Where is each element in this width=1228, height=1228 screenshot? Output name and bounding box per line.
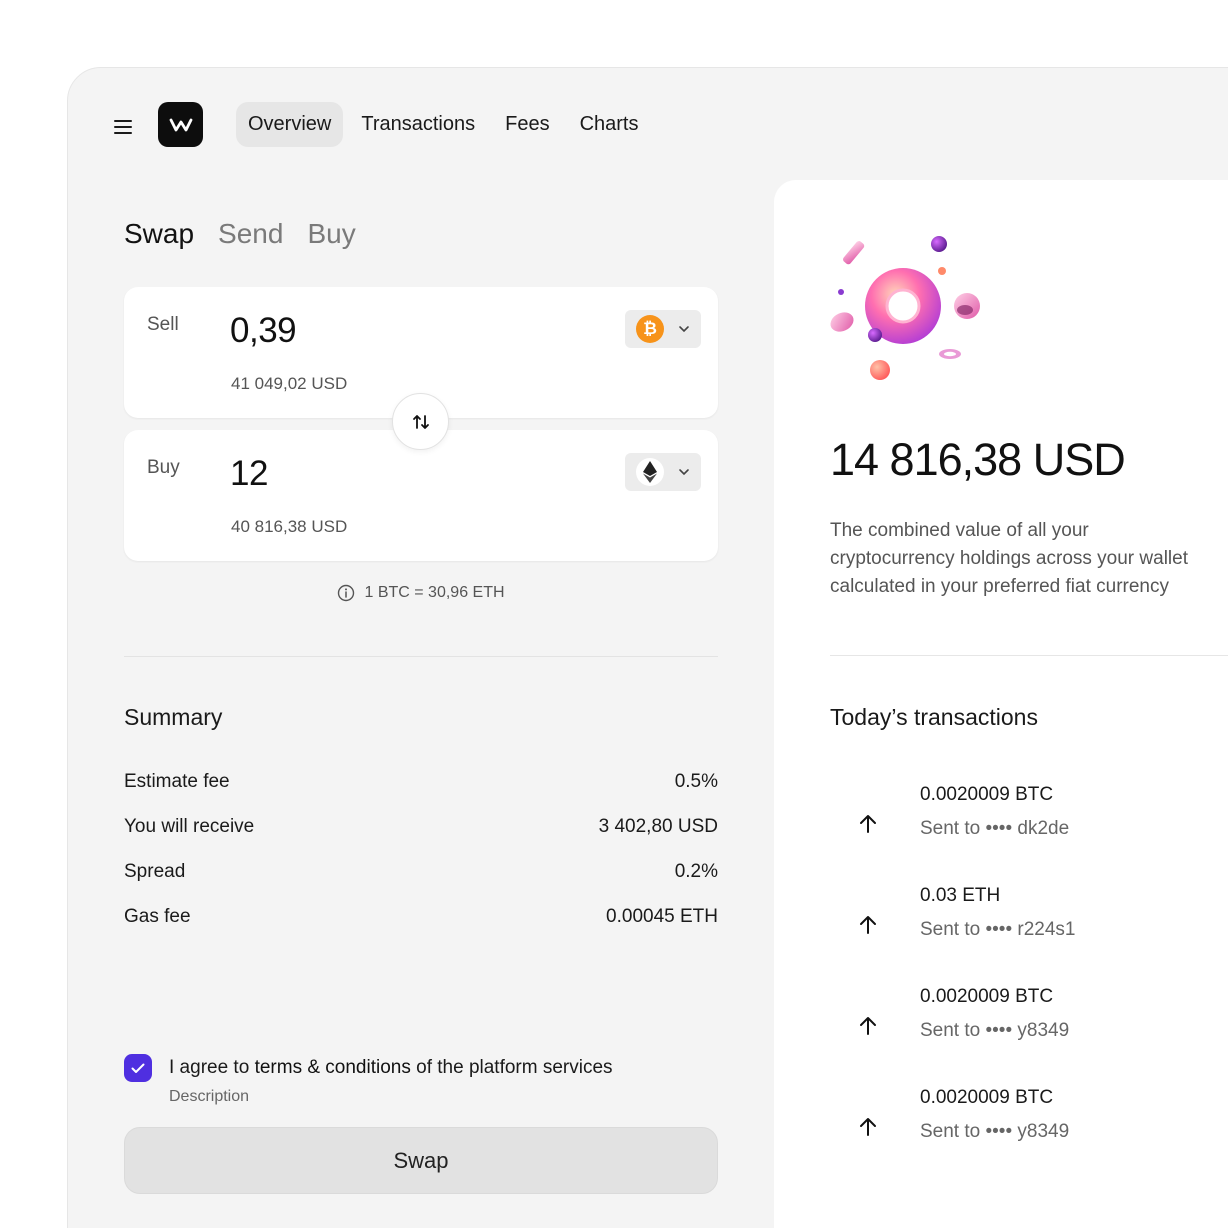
- summary-row: You will receive 3 402,80 USD: [124, 816, 718, 861]
- divider: [124, 656, 718, 657]
- balance-description: The combined value of all your cryptocur…: [830, 517, 1228, 601]
- crypto-illustration-icon: [830, 236, 980, 380]
- arrow-up-icon: [860, 916, 876, 934]
- transaction-recipient: Sent to •••• r224s1: [920, 919, 1076, 940]
- balance-description-line: cryptocurrency holdings across your wall…: [830, 548, 1188, 569]
- summary-list: Estimate fee 0.5% You will receive 3 402…: [124, 771, 718, 951]
- summary-title: Summary: [124, 704, 223, 730]
- terms-agreement: I agree to terms & conditions of the pla…: [124, 1054, 613, 1106]
- swap-button[interactable]: Swap: [124, 1127, 718, 1194]
- transaction-amount: 0.0020009 BTC: [920, 986, 1054, 1007]
- buy-coin-select[interactable]: [625, 453, 701, 491]
- terms-suffix: of the platform services: [410, 1057, 613, 1078]
- transaction-recipient: Sent to •••• y8349: [920, 1020, 1070, 1041]
- summary-row: Spread 0.2%: [124, 861, 718, 906]
- summary-label: Spread: [124, 861, 186, 882]
- chevron-down-icon: [679, 326, 689, 333]
- bitcoin-icon: ₿: [636, 315, 664, 343]
- total-balance: 14 816,38 USD: [830, 434, 1126, 485]
- sell-usd-value: 41 049,02 USD: [231, 374, 348, 393]
- arrow-up-icon: [860, 815, 876, 833]
- tab-buy[interactable]: Buy: [307, 218, 355, 250]
- balance-description-line: The combined value of all your: [830, 520, 1089, 541]
- summary-row: Estimate fee 0.5%: [124, 771, 718, 816]
- buy-amount-input[interactable]: 12: [230, 454, 268, 494]
- terms-description: Description: [169, 1088, 250, 1105]
- arrow-up-icon: [860, 1118, 876, 1136]
- summary-value: 0.00045 ETH: [606, 906, 718, 927]
- info-icon: [338, 584, 355, 602]
- app-window: Overview Transactions Fees Charts Swap S…: [67, 67, 1228, 1228]
- buy-label: Buy: [147, 457, 180, 478]
- tab-send[interactable]: Send: [218, 218, 283, 250]
- swap-arrows-icon: [412, 414, 429, 429]
- transaction-amount: 0.0020009 BTC: [920, 784, 1054, 805]
- switch-direction-button[interactable]: [392, 393, 449, 450]
- exchange-rate-text: 1 BTC = 30,96 ETH: [364, 584, 505, 601]
- checkmark-icon: [131, 1063, 145, 1073]
- terms-text: I agree to terms & conditions of the pla…: [169, 1054, 613, 1082]
- transactions-title: Today’s transactions: [830, 704, 1038, 730]
- terms-prefix: I agree to: [169, 1057, 255, 1078]
- exchange-rate: 1 BTC = 30,96 ETH: [124, 584, 718, 602]
- transaction-amount: 0.0020009 BTC: [920, 1087, 1054, 1108]
- summary-value: 3 402,80 USD: [598, 816, 718, 837]
- ethereum-icon: [636, 458, 664, 486]
- chevron-down-icon: [679, 469, 689, 476]
- summary-label: Gas fee: [124, 906, 191, 927]
- summary-label: Estimate fee: [124, 771, 230, 792]
- arrow-up-icon: [860, 1017, 876, 1035]
- transaction-recipient: Sent to •••• y8349: [920, 1121, 1070, 1142]
- terms-checkbox[interactable]: [124, 1054, 152, 1082]
- balance-description-line: calculated in your preferred fiat curren…: [830, 576, 1169, 597]
- summary-value: 0.5%: [674, 771, 718, 792]
- terms-text-block: I agree to terms & conditions of the pla…: [169, 1054, 613, 1106]
- tab-swap[interactable]: Swap: [124, 218, 194, 250]
- sell-label: Sell: [147, 314, 179, 335]
- swap-panel: Swap Send Buy Sell 0,39 41 049,02 USD ₿ …: [124, 68, 718, 1228]
- divider: [830, 655, 1228, 656]
- summary-row: Gas fee 0.00045 ETH: [124, 906, 718, 951]
- transaction-recipient: Sent to •••• dk2de: [920, 818, 1070, 839]
- summary-value: 0.2%: [674, 861, 718, 882]
- sell-amount-input[interactable]: 0,39: [230, 311, 297, 351]
- buy-usd-value: 40 816,38 USD: [231, 517, 348, 536]
- sell-coin-select[interactable]: ₿: [625, 310, 701, 348]
- swap-tabs: Swap Send Buy: [124, 218, 356, 250]
- terms-link[interactable]: terms & conditions: [255, 1057, 411, 1078]
- summary-label: You will receive: [124, 816, 255, 837]
- portfolio-panel: 14 816,38 USD The combined value of all …: [774, 180, 1228, 1228]
- transaction-amount: 0.03 ETH: [920, 885, 1001, 906]
